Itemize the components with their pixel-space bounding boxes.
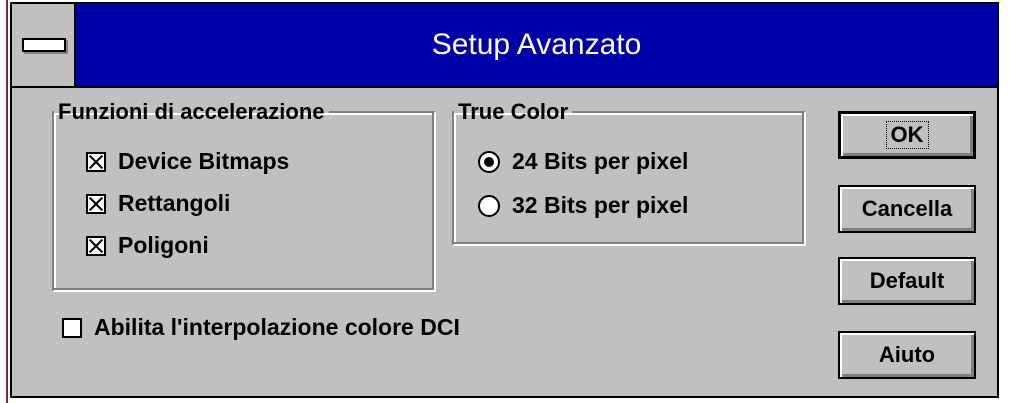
- checkbox-label: Poligoni: [118, 232, 209, 258]
- radio-label: 32 Bits per pixel: [512, 192, 689, 218]
- ok-button-label: OK: [885, 121, 929, 149]
- radio-unselected-icon[interactable]: [478, 194, 500, 217]
- cancel-button[interactable]: Cancella: [838, 185, 976, 233]
- radio-24-bits[interactable]: 24 Bits per pixel: [478, 148, 688, 175]
- system-menu-icon: [22, 38, 66, 52]
- checkbox-checked-icon[interactable]: [86, 151, 106, 172]
- system-menu-button[interactable]: [12, 4, 76, 86]
- ok-button[interactable]: OK: [838, 111, 976, 159]
- acceleration-group-legend: Funzioni di accelerazione: [58, 99, 325, 124]
- checkbox-label: Rettangoli: [118, 190, 231, 216]
- checkbox-poligoni[interactable]: Poligoni: [86, 232, 209, 259]
- radio-32-bits[interactable]: 32 Bits per pixel: [478, 192, 688, 219]
- checkbox-label: Abilita l'interpolazione colore DCI: [94, 314, 460, 340]
- true-color-group-legend: True Color: [458, 99, 569, 124]
- background-edge-line: [6, 0, 8, 403]
- help-button[interactable]: Aiuto: [838, 331, 976, 379]
- cancel-button-label: Cancella: [861, 196, 953, 221]
- radio-selected-icon[interactable]: [478, 150, 500, 173]
- checkbox-unchecked-icon[interactable]: [62, 317, 82, 338]
- title-bar: Setup Avanzato: [12, 4, 997, 88]
- help-button-label: Aiuto: [878, 342, 936, 367]
- default-button-label: Default: [869, 268, 945, 293]
- radio-label: 24 Bits per pixel: [512, 148, 689, 174]
- checkbox-dci-interpolation[interactable]: Abilita l'interpolazione colore DCI: [62, 314, 460, 341]
- checkbox-device-bitmaps[interactable]: Device Bitmaps: [86, 148, 289, 175]
- default-button[interactable]: Default: [838, 257, 976, 305]
- window-title: Setup Avanzato: [431, 28, 642, 61]
- checkbox-label: Device Bitmaps: [118, 148, 290, 174]
- checkbox-checked-icon[interactable]: [86, 193, 106, 214]
- setup-dialog: Setup Avanzato Funzioni di accelerazione…: [10, 2, 999, 398]
- checkbox-checked-icon[interactable]: [86, 235, 106, 256]
- checkbox-rettangoli[interactable]: Rettangoli: [86, 190, 230, 217]
